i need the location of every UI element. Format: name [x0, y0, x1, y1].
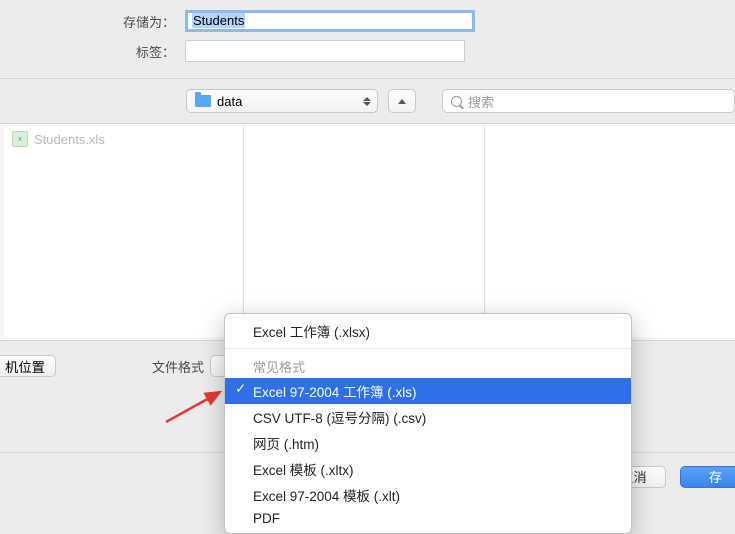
format-dropdown-menu: Excel 工作簿 (.xlsx) 常见格式 ✓Excel 97-2004 工作…	[224, 313, 632, 534]
location-button[interactable]: 机位置	[0, 355, 56, 377]
search-placeholder: 搜索	[468, 92, 494, 111]
list-item[interactable]: x Students.xls	[4, 127, 243, 151]
dropdown-item[interactable]: Excel 模板 (.xltx)	[225, 456, 631, 482]
collapse-button[interactable]	[388, 89, 416, 113]
file-format-label: 文件格式	[152, 357, 204, 376]
folder-name: data	[217, 94, 242, 109]
tags-label: 标签：	[0, 42, 185, 61]
dropdown-group-label: 常见格式	[225, 353, 631, 378]
xls-file-icon: x	[12, 131, 28, 147]
column-1[interactable]: x Students.xls	[4, 127, 244, 337]
column-2[interactable]	[244, 127, 485, 337]
search-input[interactable]: 搜索	[442, 89, 735, 113]
save-button[interactable]: 存	[680, 466, 735, 488]
dropdown-item[interactable]: PDF	[225, 508, 631, 529]
separator	[225, 348, 631, 349]
dropdown-item[interactable]: Excel 97-2004 模板 (.xlt)	[225, 482, 631, 508]
dropdown-item[interactable]: 网页 (.htm)	[225, 430, 631, 456]
dropdown-item[interactable]: ✓Excel 97-2004 工作簿 (.xls)	[225, 378, 631, 404]
select-arrows-icon	[363, 97, 371, 106]
folder-icon	[195, 95, 211, 107]
save-as-label: 存储为：	[0, 12, 185, 31]
search-icon	[451, 96, 462, 107]
chevron-up-icon	[398, 99, 406, 104]
dropdown-item[interactable]: CSV UTF-8 (逗号分隔) (.csv)	[225, 404, 631, 430]
tags-input[interactable]	[185, 40, 465, 62]
dropdown-item[interactable]: Excel 工作簿 (.xlsx)	[225, 318, 631, 344]
save-as-input[interactable]: Students	[185, 10, 475, 32]
column-3[interactable]	[485, 127, 735, 337]
file-browser: x Students.xls	[0, 123, 735, 341]
check-icon: ✓	[235, 381, 246, 397]
file-name: Students.xls	[34, 132, 105, 147]
folder-select[interactable]: data	[186, 89, 378, 113]
